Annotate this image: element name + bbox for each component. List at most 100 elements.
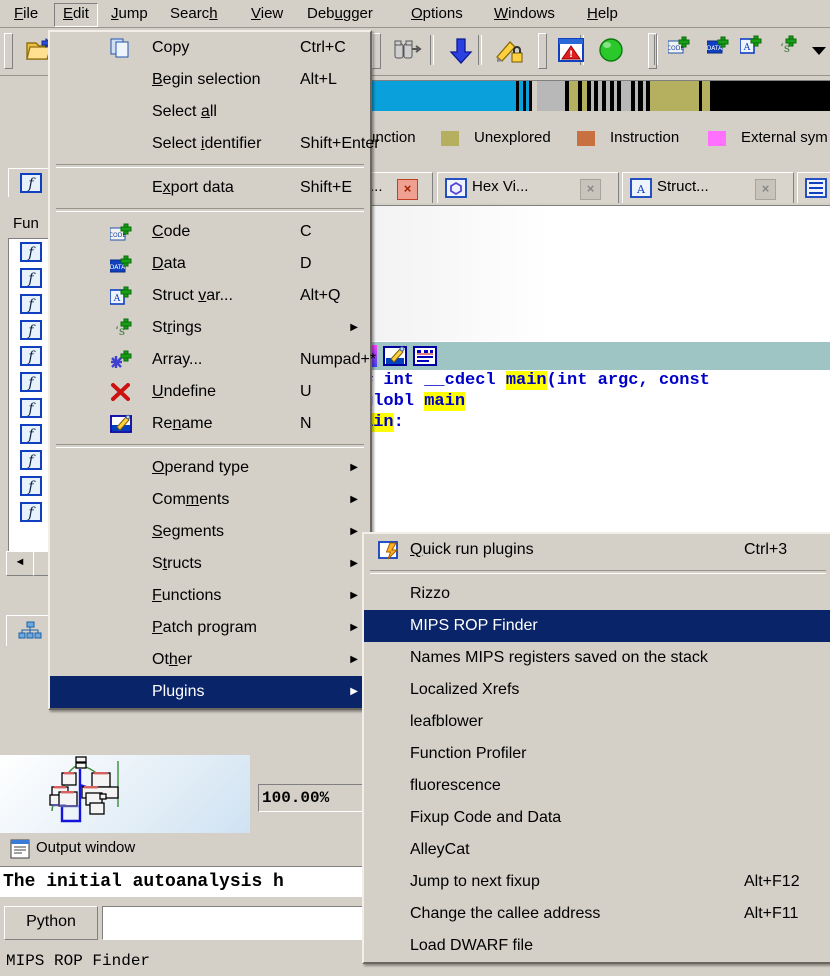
menu-item-change-callee-address[interactable]: Change the callee address Alt+F11: [364, 898, 830, 930]
menu-item-leafblower[interactable]: leafblower: [364, 706, 830, 738]
menubar-item-edit[interactable]: Edit: [54, 3, 98, 27]
legend-label: Instruction: [610, 129, 680, 146]
menubar-item-search[interactable]: Search: [162, 3, 226, 25]
menu-item-mips-rop-finder[interactable]: MIPS ROP Finder: [364, 610, 830, 642]
copy-icon: [110, 38, 132, 58]
menubar-item-debugger[interactable]: Debugger: [299, 3, 381, 25]
view-tab[interactable]: A Struct... ×: [622, 172, 794, 203]
disasm-line[interactable]: # int __cdecl main(int argc, const: [363, 370, 710, 391]
binoculars-button[interactable]: [392, 35, 422, 65]
make-code-button[interactable]: CODE: [667, 35, 698, 65]
close-icon[interactable]: ×: [397, 179, 418, 200]
graph-view-icon[interactable]: [413, 345, 437, 367]
edit-menu-popup: Copy Ctrl+C Begin selection Alt+L Select all…: [48, 30, 380, 710]
nav-segment: [621, 81, 631, 111]
menu-item-segments[interactable]: Segments ▶: [50, 516, 370, 548]
menu-item-operand-type[interactable]: Operand type ▶: [50, 452, 370, 484]
menu-item-label: Localized Xrefs: [410, 681, 520, 698]
toolbar-overflow-button[interactable]: [808, 35, 830, 65]
menu-item-export-data[interactable]: Export data Shift+E: [50, 172, 370, 204]
menu-item-label: fluorescence: [410, 777, 501, 794]
menu-item-fixup-code-and-data[interactable]: Fixup Code and Data: [364, 802, 830, 834]
disasm-token: # int __cdecl: [363, 371, 506, 390]
menu-item-patch-program[interactable]: Patch program ▶: [50, 612, 370, 644]
menu-item-functions[interactable]: Functions ▶: [50, 580, 370, 612]
toolbar-grip[interactable]: [538, 33, 547, 69]
menu-item-undefine[interactable]: Undefine U: [50, 376, 370, 408]
menu-item-other[interactable]: Other ▶: [50, 644, 370, 676]
menubar-item-help[interactable]: Help: [579, 3, 626, 25]
menubar-item-file[interactable]: File: [6, 3, 46, 25]
function-icon: f: [20, 268, 42, 288]
python-command-input[interactable]: [102, 906, 366, 940]
menu-item-localized-xrefs[interactable]: Localized Xrefs: [364, 674, 830, 706]
view-tab[interactable]: Hex Vi... ×: [437, 172, 619, 203]
menu-item-select-all[interactable]: Select all: [50, 96, 370, 128]
menu-item-alleycat[interactable]: AlleyCat: [364, 834, 830, 866]
menu-item-shortcut: Shift+Enter: [300, 135, 380, 152]
menu-item-plugins[interactable]: Plugins ▶: [50, 676, 370, 708]
menubar-item-windows[interactable]: Windows: [486, 3, 563, 25]
menu-item-strings[interactable]: ‘s’ Strings ▶: [50, 312, 370, 344]
svg-text:!: !: [569, 50, 573, 60]
menubar-item-view[interactable]: View: [243, 3, 291, 25]
menu-item-array[interactable]: Array... Numpad+*: [50, 344, 376, 376]
menubar-item-jump[interactable]: Jump: [103, 3, 156, 25]
menu-item-label: Struct var...: [152, 287, 233, 304]
menubar-item-options[interactable]: Options: [403, 3, 471, 25]
menu-item-load-dwarf-file[interactable]: Load DWARF file: [364, 930, 830, 962]
menu-item-label: Segments: [152, 523, 225, 540]
menu-item-begin-selection[interactable]: Begin selection Alt+L: [50, 64, 370, 96]
menu-item-select-identifier[interactable]: Select identifier Shift+Enter: [50, 128, 380, 160]
struct-var-button[interactable]: A: [739, 35, 770, 65]
warning-window-icon: !: [556, 35, 586, 65]
view-tab[interactable]: [797, 172, 830, 203]
ida-view-panel[interactable]: [363, 205, 830, 341]
python-toggle-button[interactable]: Python: [4, 906, 98, 940]
disasm-line[interactable]: globl main: [363, 391, 466, 412]
scroll-left-button[interactable]: ◄: [6, 551, 34, 576]
menu-item-label: Patch program: [152, 619, 257, 636]
disasm-highlighted-token: main: [505, 371, 547, 390]
make-data-button[interactable]: DATA: [706, 35, 737, 65]
rename-icon[interactable]: [383, 345, 407, 367]
graph-overview-panel[interactable]: [0, 755, 250, 833]
menu-item-label: Rizzo: [410, 585, 451, 602]
menu-item-data[interactable]: DATA Data D: [50, 248, 370, 280]
menu-item-names-mips-registers[interactable]: Names MIPS registers saved on the stack: [364, 642, 830, 674]
highlight-lock-button[interactable]: [494, 35, 524, 65]
disassembly-text[interactable]: # int __cdecl main(int argc, const globl …: [363, 370, 830, 532]
menu-item-code[interactable]: CODE Code C: [50, 216, 370, 248]
menu-item-quick-run-plugins[interactable]: Quick run plugins Ctrl+3: [364, 534, 830, 566]
toolbar-separator: [654, 35, 658, 65]
menu-item-shortcut: N: [300, 415, 312, 432]
menu-item-jump-to-next-fixup[interactable]: Jump to next fixup Alt+F12: [364, 866, 830, 898]
navigation-band[interactable]: [363, 80, 830, 111]
run-button[interactable]: [596, 35, 626, 65]
menu-item-copy[interactable]: Copy Ctrl+C: [50, 32, 370, 64]
make-string-button[interactable]: ‘s’: [775, 35, 805, 65]
close-icon[interactable]: ×: [755, 179, 776, 200]
jump-down-button[interactable]: [446, 35, 476, 65]
menu-item-fluorescence[interactable]: fluorescence: [364, 770, 830, 802]
menu-item-comments[interactable]: Comments ▶: [50, 484, 370, 516]
menu-item-label: Fixup Code and Data: [410, 809, 562, 826]
menu-item-rename[interactable]: Rename N: [50, 408, 370, 440]
close-icon[interactable]: ×: [580, 179, 601, 200]
menu-item-shortcut: Shift+E: [300, 179, 353, 196]
down-arrow-icon: [446, 35, 476, 65]
menu-item-structs[interactable]: Structs ▶: [50, 548, 370, 580]
string-plus-icon: ‘s’: [110, 318, 132, 338]
menu-item-struct-var[interactable]: A Struct var... Alt+Q: [50, 280, 370, 312]
toolbar-grip[interactable]: [4, 33, 13, 69]
toolbar-grip[interactable]: [372, 33, 381, 69]
nav-segment: [364, 81, 516, 111]
binoculars-icon: [392, 35, 422, 65]
menu-item-function-profiler[interactable]: Function Profiler: [364, 738, 830, 770]
struct-plus-icon: A: [739, 35, 770, 65]
menu-item-rizzo[interactable]: Rizzo: [364, 578, 830, 610]
view-tab[interactable]: ... ×: [363, 172, 433, 203]
nav-segment: [702, 81, 710, 111]
submenu-arrow-icon: ▶: [350, 590, 358, 601]
breakpoint-button[interactable]: !: [556, 35, 586, 65]
